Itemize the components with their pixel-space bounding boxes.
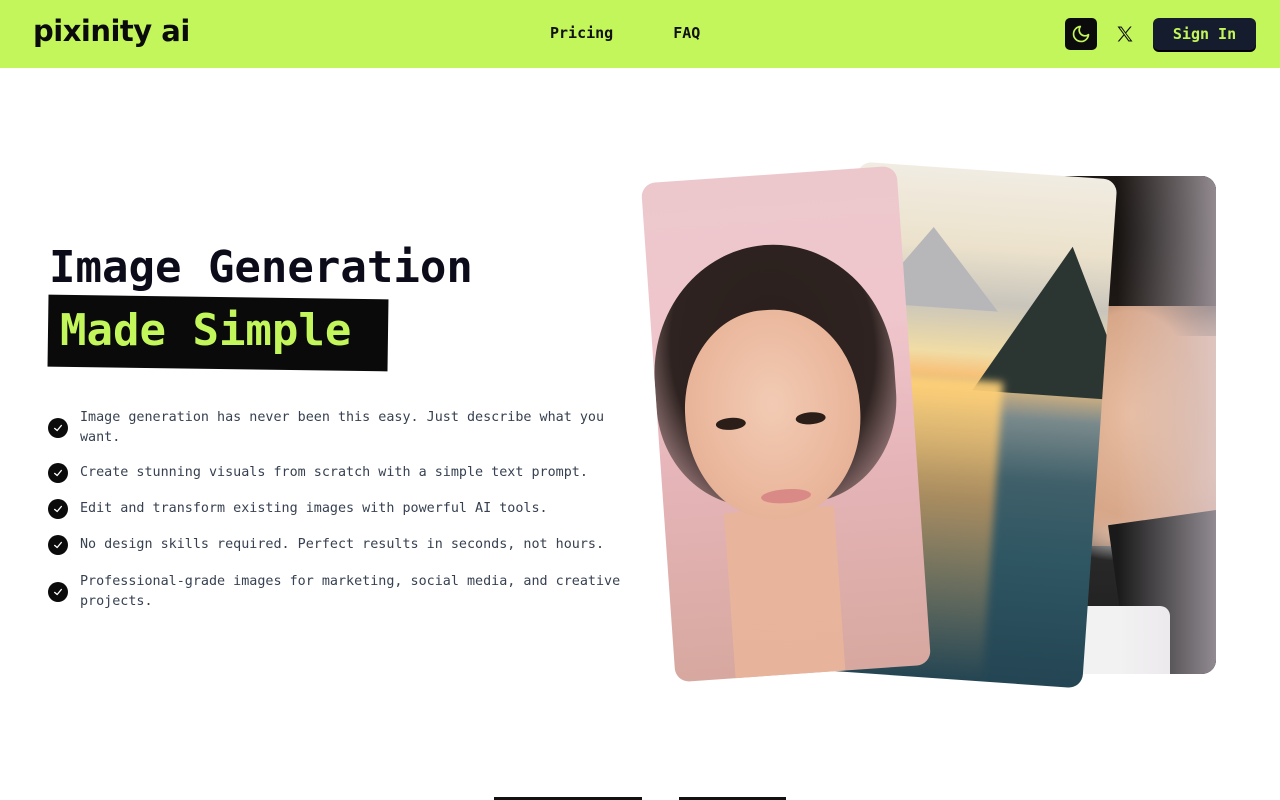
main-nav: Pricing FAQ (550, 24, 700, 42)
feature-item: Edit and transform existing images with … (48, 499, 640, 519)
feature-text: Professional-grade images for marketing,… (80, 574, 621, 609)
check-icon (48, 535, 68, 555)
hero-title-line1: Image Generation (49, 242, 473, 293)
nav-pricing[interactable]: Pricing (550, 24, 613, 42)
site-header: pixinity ai Pricing FAQ Sign In (0, 0, 1280, 68)
moon-icon (1072, 25, 1090, 43)
logo[interactable]: pixinity ai (33, 14, 190, 48)
feature-text: Edit and transform existing images with … (80, 501, 548, 516)
feature-text: No design skills required. Perfect resul… (80, 537, 605, 552)
check-icon (48, 418, 68, 438)
portrait-woman-image (640, 165, 932, 683)
x-logo-icon (1117, 26, 1133, 42)
feature-item: No design skills required. Perfect resul… (48, 535, 640, 555)
check-icon (48, 499, 68, 519)
feature-item: Image generation has never been this eas… (48, 408, 640, 448)
feature-text: Image generation has never been this eas… (80, 410, 605, 445)
sign-in-button[interactable]: Sign In (1153, 18, 1256, 50)
feature-text: Create stunning visuals from scratch wit… (80, 465, 588, 480)
feature-item: Professional-grade images for marketing,… (48, 572, 640, 612)
hero-title-line2: Made Simple (60, 305, 352, 356)
feature-item: Create stunning visuals from scratch wit… (48, 463, 640, 483)
check-icon (48, 582, 68, 602)
x-social-link[interactable] (1113, 22, 1137, 46)
theme-toggle-button[interactable] (1065, 18, 1097, 50)
check-icon (48, 463, 68, 483)
nav-faq[interactable]: FAQ (673, 24, 700, 42)
